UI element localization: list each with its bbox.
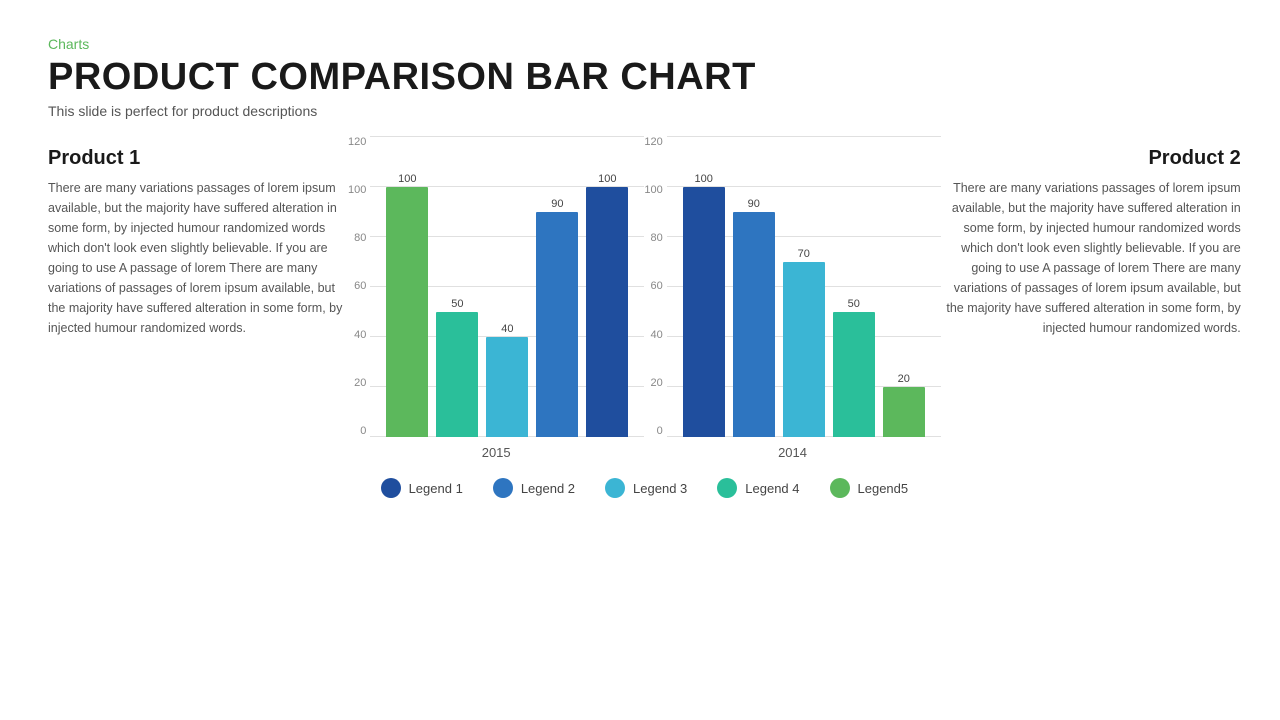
product1-title: Product 1 [48, 147, 348, 170]
bar-value-label: 40 [501, 323, 513, 335]
y-tick: 20 [644, 378, 662, 389]
legend-item-legend5: Legend5 [830, 478, 909, 498]
legend-area: Legend 1 Legend 2 Legend 3 Legend 4 Legend5 [381, 478, 909, 498]
x-axis-label: 2015 [482, 445, 511, 460]
x-axis-label: 2014 [778, 445, 807, 460]
bar-col-1: 50 [436, 137, 478, 437]
bar-value-label: 100 [598, 173, 616, 185]
chart-2015: 0 20 40 60 80 100 120 100 50 40 90 100 2015 [348, 137, 644, 460]
bar-rect [883, 387, 925, 437]
y-tick: 100 [644, 185, 662, 196]
product1-panel: Product 1 There are many variations pass… [48, 137, 348, 338]
legend-item-legend2: Legend 2 [493, 478, 575, 498]
bar-rect [436, 312, 478, 437]
bar-rect [536, 212, 578, 437]
chart-area-2015: 0 20 40 60 80 100 120 100 50 40 90 100 [348, 137, 644, 437]
bar-rect [683, 187, 725, 437]
bar-rect [386, 187, 428, 437]
bar-rect [586, 187, 628, 437]
y-tick: 0 [644, 426, 662, 437]
bar-rect [486, 337, 528, 437]
y-axis-2015: 0 20 40 60 80 100 120 [348, 137, 366, 437]
y-tick: 80 [348, 233, 366, 244]
legend-dot [381, 478, 401, 498]
legend-item-legend4: Legend 4 [717, 478, 799, 498]
legend-dot [717, 478, 737, 498]
bar-value-label: 50 [451, 298, 463, 310]
charts-container: 0 20 40 60 80 100 120 100 50 40 90 100 2015 0 20 40 60 80… [348, 137, 941, 498]
bars-2014: 100 90 70 50 20 [667, 137, 941, 437]
y-tick: 80 [644, 233, 662, 244]
bar-value-label: 100 [398, 173, 416, 185]
legend-dot [493, 478, 513, 498]
bar-value-label: 50 [848, 298, 860, 310]
legend-label: Legend 2 [521, 481, 575, 496]
content-area: Product 1 There are many variations pass… [48, 137, 1232, 700]
y-tick: 20 [348, 378, 366, 389]
y-axis-2014: 0 20 40 60 80 100 120 [644, 137, 662, 437]
y-tick: 120 [644, 137, 662, 148]
legend-item-legend1: Legend 1 [381, 478, 463, 498]
subtitle: This slide is perfect for product descri… [48, 103, 1232, 119]
bar-value-label: 70 [798, 248, 810, 260]
bar-value-label: 20 [898, 373, 910, 385]
product2-title: Product 2 [941, 147, 1241, 170]
bar-col-4: 100 [586, 137, 628, 437]
bar-col-2: 40 [486, 137, 528, 437]
legend-dot [830, 478, 850, 498]
bar-col-0: 100 [683, 137, 725, 437]
bar-col-3: 50 [833, 137, 875, 437]
legend-item-legend3: Legend 3 [605, 478, 687, 498]
chart-2014: 0 20 40 60 80 100 120 100 90 70 50 20 2014 [644, 137, 940, 460]
y-tick: 100 [348, 185, 366, 196]
bar-value-label: 100 [695, 173, 713, 185]
bar-col-1: 90 [733, 137, 775, 437]
bar-value-label: 90 [551, 198, 563, 210]
bar-rect [733, 212, 775, 437]
y-tick: 40 [644, 330, 662, 341]
charts-label: Charts [48, 36, 1232, 52]
product1-body: There are many variations passages of lo… [48, 178, 348, 338]
bar-value-label: 90 [748, 198, 760, 210]
legend-label: Legend 1 [409, 481, 463, 496]
y-tick: 60 [644, 281, 662, 292]
header: Charts PRODUCT COMPARISON BAR CHART This… [48, 36, 1232, 119]
bar-col-4: 20 [883, 137, 925, 437]
bars-2015: 100 50 40 90 100 [370, 137, 644, 437]
main-title: PRODUCT COMPARISON BAR CHART [48, 56, 1232, 99]
product2-body: There are many variations passages of lo… [941, 178, 1241, 338]
bar-rect [783, 262, 825, 437]
y-tick: 120 [348, 137, 366, 148]
dual-charts: 0 20 40 60 80 100 120 100 50 40 90 100 2015 0 20 40 60 80… [348, 137, 941, 460]
product2-panel: Product 2 There are many variations pass… [941, 137, 1241, 338]
chart-area-2014: 0 20 40 60 80 100 120 100 90 70 50 20 [644, 137, 940, 437]
legend-label: Legend5 [858, 481, 909, 496]
y-tick: 60 [348, 281, 366, 292]
bar-col-0: 100 [386, 137, 428, 437]
bar-col-3: 90 [536, 137, 578, 437]
y-tick: 40 [348, 330, 366, 341]
bar-col-2: 70 [783, 137, 825, 437]
legend-label: Legend 3 [633, 481, 687, 496]
legend-dot [605, 478, 625, 498]
bar-rect [833, 312, 875, 437]
page: Charts PRODUCT COMPARISON BAR CHART This… [0, 0, 1280, 720]
legend-label: Legend 4 [745, 481, 799, 496]
y-tick: 0 [348, 426, 366, 437]
